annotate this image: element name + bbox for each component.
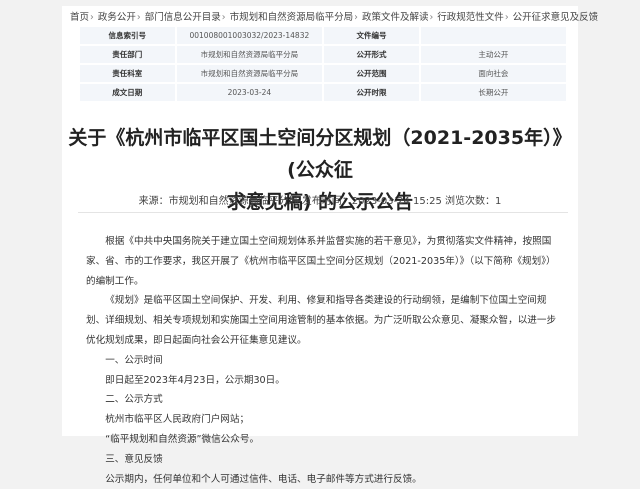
breadcrumb-bureau[interactable]: 市规划和自然资源局临平分局 [230,12,354,23]
value-scope: 面向社会 [418,63,569,84]
table-row: 信息索引号 001008001003032/2023-14832 文件编号 [78,25,569,46]
paragraph: 杭州市临平区人民政府门户网站； [105,414,250,426]
value-period: 长期公开 [418,82,569,103]
document-info-table: 信息索引号 001008001003032/2023-14832 文件编号 责任… [78,25,569,103]
divider [78,212,568,213]
label-period: 公开时限 [322,82,421,103]
paragraph: 根据《中共中央国务院关于建立国土空间规划体系并监督实施的若干意见》，为贯彻落实文… [86,236,556,287]
section-heading: 一、公示时间 [105,354,163,366]
breadcrumb: 首页› 政务公开› 部门信息公开目录› 市规划和自然资源局临平分局› 政策文件及… [70,12,599,23]
paragraph: “临平规划和自然资源”微信公众号。 [105,433,260,445]
label-publish-form: 公开形式 [322,44,421,65]
paragraph: 即日起至2023年4月23日，公示期30日。 [105,374,285,386]
breadcrumb-dept-catalog[interactable]: 部门信息公开目录 [145,12,221,23]
value-dept: 市规划和自然资源局临平分局 [174,44,325,65]
label-dept: 责任部门 [78,44,177,65]
paragraph: 公示期内，任何单位和个人可通过信件、电话、电子邮件等方式进行反馈。 [105,473,422,485]
value-date: 2023-03-24 [174,82,325,103]
label-scope: 公开范围 [322,63,421,84]
value-index-no: 001008001003032/2023-14832 [174,25,325,46]
table-row: 责任科室 市规划和自然资源局临平分局 公开范围 面向社会 [78,63,569,84]
label-date: 成文日期 [78,82,177,103]
label-office: 责任科室 [78,63,177,84]
breadcrumb-normative[interactable]: 行政规范性文件 [437,12,504,23]
value-publish-form: 主动公开 [418,44,569,65]
breadcrumb-consultation[interactable]: 公开征求意见及反馈 [513,12,599,23]
label-doc-no: 文件编号 [322,25,421,46]
breadcrumb-home[interactable]: 首页 [70,12,89,23]
table-row: 成文日期 2023-03-24 公开时限 长期公开 [78,82,569,103]
paragraph: 《规划》是临平区国土空间保护、开发、利用、修复和指导各类建设的行动纲领，是编制下… [86,295,557,346]
article-body: 根据《中共中央国务院关于建立国土空间规划体系并监督实施的若干意见》，为贯彻落实文… [86,232,560,489]
label-index-no: 信息索引号 [78,25,177,46]
breadcrumb-policy[interactable]: 政策文件及解读 [362,12,429,23]
breadcrumb-gov-affairs[interactable]: 政务公开 [98,12,136,23]
section-heading: 二、公示方式 [105,394,163,406]
table-row: 责任部门 市规划和自然资源局临平分局 公开形式 主动公开 [78,44,569,65]
value-office: 市规划和自然资源局临平分局 [174,63,325,84]
source-info: 来源：市规划和自然资源局临平分局 发布时间：2023-03-24 15:25 浏… [138,196,502,207]
section-heading: 三、意见反馈 [105,453,163,465]
title-line-1: 关于《杭州市临平区国土空间分区规划（2021-2035年）》(公众征 [68,127,572,181]
value-doc-no [418,25,569,46]
